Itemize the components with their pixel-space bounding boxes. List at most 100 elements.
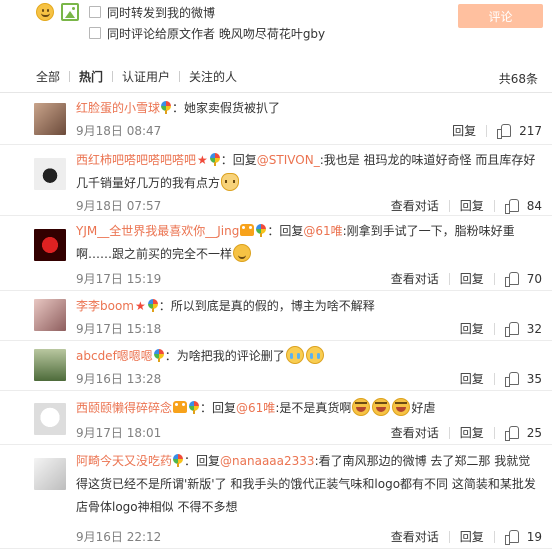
submit-comment-button[interactable]: 评论	[458, 4, 543, 28]
tab-hot[interactable]: 热门	[79, 68, 103, 85]
comment-actions: 查看对话 回复 70	[391, 270, 542, 287]
avatar[interactable]	[34, 458, 66, 490]
mention-link[interactable]: @STIVON_	[257, 153, 320, 167]
comment-item: 李李boom★ ：所以到底是真的假的，博主为啥不解释 9月17日 15:18 回复 32	[0, 291, 552, 341]
comment-timestamp: 9月17日 15:18	[76, 322, 162, 336]
like-count: 70	[526, 271, 542, 286]
mention-link[interactable]: @61唯	[236, 401, 275, 415]
tab-all[interactable]: 全部	[36, 68, 60, 85]
comment-meta: 9月17日 15:18 回复 32	[76, 320, 542, 338]
like-button[interactable]: 35	[504, 371, 542, 387]
reply-link[interactable]: 回复	[460, 320, 484, 337]
comment-username[interactable]: YJM__全世界我最喜欢你__Jing	[76, 224, 239, 238]
comment-username[interactable]: 西红柿吧嗒吧嗒吧嗒吧	[76, 153, 196, 167]
repost-checkbox[interactable]	[89, 6, 101, 18]
badge-icon	[209, 153, 220, 166]
comment-text: 红脸蛋的小雪球 ：她家卖假货被扒了	[76, 97, 541, 120]
comment-text: 西红柿吧嗒吧嗒吧嗒吧★ ：回复@STIVON_:我也是 祖玛龙的味道好奇怪 而且库…	[76, 149, 541, 195]
comment-timestamp: 9月18日 08:47	[76, 124, 162, 138]
comment-filter-tabs: 全部 热门 认证用户 关注的人 共68条	[0, 60, 552, 93]
tab-following[interactable]: 关注的人	[189, 68, 237, 85]
comment-actions: 回复 217	[452, 122, 542, 139]
mention-link[interactable]: @61唯	[303, 224, 342, 238]
action-divider	[448, 426, 450, 439]
badge-icon	[147, 299, 158, 312]
avatar[interactable]	[34, 103, 66, 135]
comment-list: 红脸蛋的小雪球 ：她家卖假货被扒了 9月18日 08:47 回复 217 西红柿吧嗒吧嗒吧…	[0, 93, 552, 549]
laugh-emoji-icon	[352, 398, 371, 416]
comment-item: 阿畸今天又没吃药 ：回复@nanaaaa2333:看了南风那边的微博 去了郑二那 …	[0, 445, 552, 549]
tab-verified-users[interactable]: 认证用户	[122, 68, 170, 85]
comment-username[interactable]: 红脸蛋的小雪球	[76, 101, 160, 115]
action-divider	[493, 272, 495, 285]
comment-timestamp: 9月18日 07:57	[76, 199, 162, 213]
grin-emoji-icon	[233, 244, 252, 262]
emoji-icon[interactable]	[36, 3, 54, 21]
like-count: 35	[526, 371, 542, 386]
like-button[interactable]: 32	[504, 321, 542, 337]
star-icon: ★	[197, 153, 208, 167]
comment-text: 阿畸今天又没吃药 ：回复@nanaaaa2333:看了南风那边的微博 去了郑二那 …	[76, 450, 541, 519]
like-button[interactable]: 217	[497, 123, 542, 139]
like-button[interactable]: 19	[504, 529, 542, 545]
comment-body: ：回复	[220, 153, 257, 167]
comment-meta: 9月16日 13:28 回复 35	[76, 370, 542, 388]
thumbs-up-icon	[504, 425, 519, 441]
reply-link[interactable]: 回复	[460, 370, 484, 387]
comment-username[interactable]: abcdef嗯嗯嗯	[76, 349, 153, 363]
comment-author-option[interactable]: 同时评论给原文作者 晚风吻尽荷花叶gby	[89, 25, 325, 41]
comment-body: ：回复	[184, 454, 221, 468]
like-button[interactable]: 25	[504, 425, 542, 441]
comment-body: 好虐	[411, 401, 436, 415]
cat-emoji-icon	[221, 173, 240, 191]
comment-text: 西颐颐懒得碎碎念 ：回复@61唯:是不是真货啊 好虐	[76, 397, 541, 420]
avatar[interactable]	[34, 299, 66, 331]
reply-link[interactable]: 回复	[460, 424, 484, 441]
comment-username[interactable]: 李李boom	[76, 299, 134, 313]
avatar[interactable]	[34, 349, 66, 381]
comment-timestamp: 9月16日 13:28	[76, 372, 162, 386]
comment-body: ：回复	[267, 224, 304, 238]
like-button[interactable]: 70	[504, 271, 542, 287]
comment-author-checkbox[interactable]	[89, 27, 101, 39]
mention-link[interactable]: @nanaaaa2333	[220, 454, 315, 468]
action-divider	[493, 372, 495, 385]
reply-link[interactable]: 回复	[460, 270, 484, 287]
view-dialog-link[interactable]: 查看对话	[391, 197, 439, 214]
comment-timestamp: 9月16日 22:12	[76, 530, 162, 544]
comment-meta: 9月18日 08:47 回复 217	[76, 122, 542, 140]
view-dialog-link[interactable]: 查看对话	[391, 270, 439, 287]
view-dialog-link[interactable]: 查看对话	[391, 424, 439, 441]
comment-username[interactable]: 阿畸今天又没吃药	[76, 454, 172, 468]
comment-username[interactable]: 西颐颐懒得碎碎念	[76, 401, 172, 415]
reply-link[interactable]: 回复	[452, 122, 476, 139]
badge-icon	[189, 401, 200, 414]
reply-link[interactable]: 回复	[460, 197, 484, 214]
avatar[interactable]	[34, 403, 66, 435]
like-count: 217	[519, 123, 542, 138]
comment-author-option-label: 同时评论给原文作者 晚风吻尽荷花叶gby	[107, 26, 326, 41]
repost-option[interactable]: 同时转发到我的微博	[89, 4, 215, 20]
comment-meta: 9月17日 15:19 查看对话 回复 70	[76, 270, 542, 288]
cry-emoji-icon	[285, 346, 304, 364]
thumbs-up-icon	[504, 529, 519, 545]
badge-icon	[161, 101, 172, 114]
avatar[interactable]	[34, 229, 66, 261]
action-divider	[448, 272, 450, 285]
like-count: 19	[526, 529, 542, 544]
view-dialog-link[interactable]: 查看对话	[391, 528, 439, 545]
comment-text: 李李boom★ ：所以到底是真的假的，博主为啥不解释	[76, 295, 541, 318]
reply-link[interactable]: 回复	[460, 528, 484, 545]
comment-total-count: 共68条	[498, 72, 538, 86]
action-divider	[448, 199, 450, 212]
comment-actions: 回复 35	[460, 370, 542, 387]
action-divider	[493, 199, 495, 212]
comment-body: ：所以到底是真的假的，博主为啥不解释	[158, 299, 375, 313]
comment-item: 红脸蛋的小雪球 ：她家卖假货被扒了 9月18日 08:47 回复 217	[0, 93, 552, 145]
avatar[interactable]	[34, 158, 66, 190]
image-icon[interactable]	[61, 3, 79, 21]
like-button[interactable]: 84	[504, 198, 542, 214]
badge-icon	[173, 454, 184, 467]
comment-actions: 查看对话 回复 84	[391, 197, 542, 214]
thumbs-up-icon	[497, 123, 512, 139]
